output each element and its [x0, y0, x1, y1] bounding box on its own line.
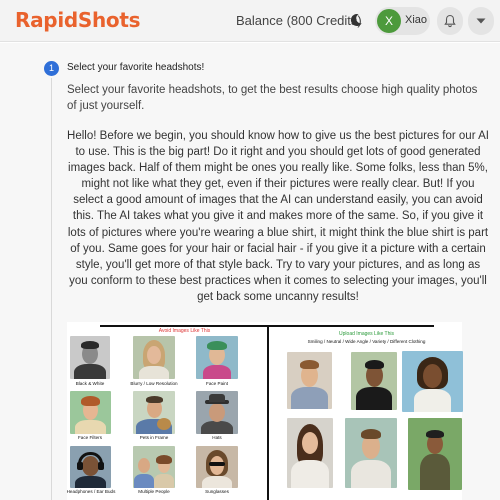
- chevron-down-icon: [476, 18, 486, 24]
- step-title: Select your favorite headshots!: [67, 62, 205, 73]
- bell-icon: [444, 14, 456, 28]
- avoid-caption-sunglasses: Sunglasses: [205, 489, 229, 494]
- avoid-example-blurry: [133, 336, 175, 379]
- account-dropdown-button[interactable]: [468, 7, 494, 35]
- avoid-example-face-paint: [196, 336, 238, 379]
- upload-images-title: Upload Images Like This: [339, 331, 394, 337]
- avoid-caption-headphones: Headphones / Ear Buds: [66, 489, 116, 494]
- step-connector-line: [51, 78, 52, 500]
- user-menu-button[interactable]: X Xiao: [375, 7, 430, 35]
- avoid-example-sunglasses: [196, 446, 238, 488]
- top-bar: RapidShots Balance (800 Credits) X Xiao: [0, 0, 500, 42]
- avoid-example-hats: [196, 391, 238, 434]
- step-number-badge: 1: [44, 61, 59, 76]
- notifications-button[interactable]: [437, 7, 463, 35]
- upload-example-5: [345, 418, 397, 488]
- avoid-example-multiple-people: [133, 446, 175, 488]
- avoid-example-face-filters: [70, 391, 111, 434]
- avoid-caption-blurry: Blurry / Low Resolution: [130, 381, 178, 386]
- photo-guidelines-text: Hello! Before we begin, you should know …: [67, 130, 489, 303]
- avoid-example-black-white: [70, 336, 110, 379]
- upload-example-1: [287, 352, 332, 409]
- upload-example-2: [351, 352, 397, 410]
- logo-text-rapid: Rapid: [15, 8, 78, 32]
- avoid-caption-face-filters: Face Filters: [78, 435, 102, 440]
- upload-section-rule: [269, 325, 434, 327]
- avoid-section-rule: [100, 325, 267, 327]
- guide-divider: [267, 325, 269, 500]
- upload-example-4: [287, 418, 333, 488]
- avoid-caption-face-paint: Face Paint: [206, 381, 228, 386]
- avatar: X: [377, 9, 401, 33]
- logo-text-shots: Shots: [77, 8, 141, 32]
- upload-example-3: [402, 351, 463, 412]
- avoid-example-pets: [133, 391, 175, 434]
- step-description: Select your favorite headshots, to get t…: [67, 84, 478, 112]
- credit-balance: Balance (800 Credits): [236, 13, 362, 28]
- avoid-caption-pets: Pets in Frame: [139, 435, 169, 440]
- brand-logo[interactable]: RapidShots: [15, 8, 141, 32]
- moon-icon[interactable]: [348, 12, 364, 28]
- user-name: Xiao: [405, 14, 428, 26]
- avoid-caption-multiple-people: Multiple People: [138, 489, 170, 494]
- avoid-example-headphones: [70, 446, 111, 488]
- avoid-caption-hats: Hats: [212, 435, 222, 440]
- upload-images-subtitle: Smiling / Neutral / Wide Angle / Variety…: [307, 339, 426, 344]
- upload-example-6: [408, 418, 462, 490]
- avoid-caption-black-white: Black & White: [75, 381, 105, 386]
- avoid-images-title: Avoid Images Like This: [158, 328, 211, 334]
